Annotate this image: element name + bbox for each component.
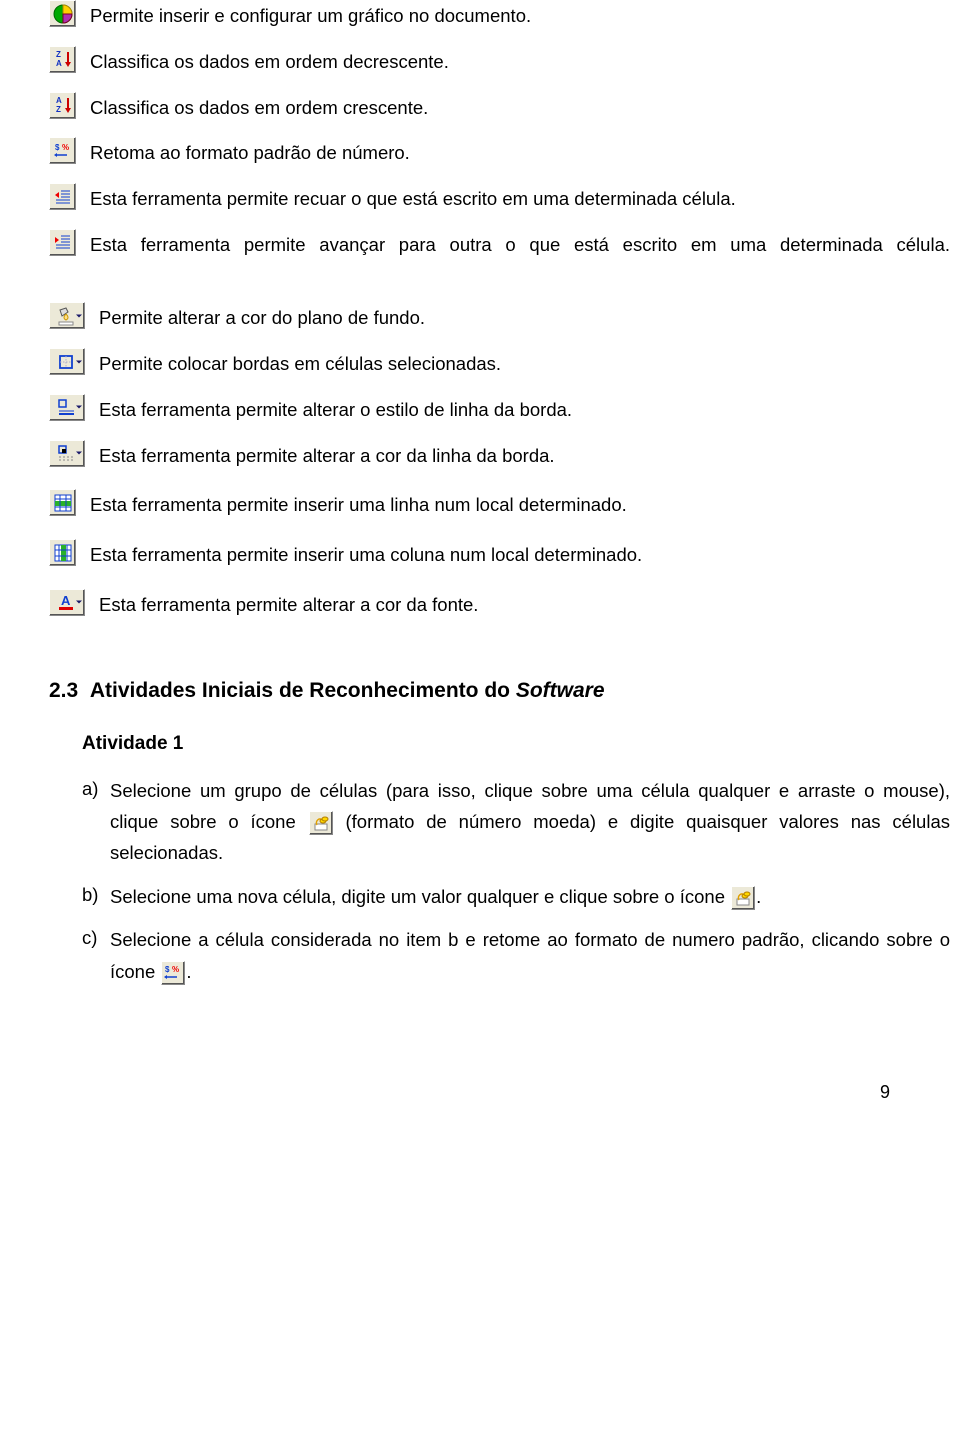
activity-item-b: b) Selecione uma nova célula, digite um … [82, 881, 950, 912]
activity-text: Selecione uma nova célula, digite um val… [110, 886, 730, 907]
insert-row-icon [49, 489, 76, 516]
activity-body: Selecione a célula considerada no item b… [110, 924, 950, 987]
sort-asc-icon: A Z [49, 92, 76, 119]
number-default-icon: $% [161, 961, 185, 985]
tool-row: Esta ferramenta permite inserir uma linh… [49, 489, 950, 519]
insert-column-icon [49, 539, 76, 566]
tool-description: Retoma ao formato padrão de número. [90, 137, 950, 167]
tool-description: Esta ferramenta permite inserir uma colu… [90, 539, 950, 569]
activity-body: Selecione uma nova célula, digite um val… [110, 881, 950, 912]
list-marker: b) [82, 881, 110, 912]
svg-text:Z: Z [56, 50, 61, 59]
borders-icon [49, 348, 85, 375]
list-marker: a) [82, 775, 110, 869]
section-title-italic: Software [516, 679, 605, 702]
activity-text: . [186, 961, 191, 982]
currency-format-icon [309, 811, 333, 835]
tool-description: Esta ferramenta permite inserir uma linh… [90, 489, 950, 519]
activity-text: Selecione a célula considerada no item b… [110, 929, 950, 981]
tool-row: $ % Retoma ao formato padrão de número. [49, 137, 950, 167]
section-number: 2.3 [49, 679, 78, 702]
svg-text:A: A [61, 593, 71, 608]
tool-row: Esta ferramenta permite recuar o que est… [49, 183, 950, 213]
line-style-icon [49, 394, 85, 421]
list-marker: c) [82, 924, 110, 987]
number-default-icon: $ % [49, 137, 76, 164]
chart-icon [49, 0, 76, 27]
tool-row: Permite colocar bordas em células seleci… [49, 348, 950, 378]
activity-text: . [756, 886, 761, 907]
tool-row: Permite inserir e configurar um gráfico … [49, 0, 950, 30]
tool-description: Classifica os dados em ordem decrescente… [90, 46, 950, 76]
tool-description: Permite inserir e configurar um gráfico … [90, 0, 950, 30]
font-color-icon: A [49, 589, 85, 616]
svg-text:%: % [62, 143, 69, 152]
section-heading: 2.3 Atividades Iniciais de Reconheciment… [49, 675, 960, 707]
decrease-indent-icon [49, 183, 76, 210]
svg-text:A: A [56, 59, 62, 68]
svg-text:$: $ [165, 965, 170, 974]
tool-row: A Esta ferramenta permite alterar a cor … [49, 589, 950, 619]
activity-item-c: c) Selecione a célula considerada no ite… [82, 924, 950, 987]
currency-format-icon [731, 886, 755, 910]
svg-text:Z: Z [56, 105, 61, 114]
increase-indent-icon [49, 229, 76, 256]
sort-desc-icon: Z A [49, 46, 76, 73]
tool-row: A Z Classifica os dados em ordem crescen… [49, 92, 950, 122]
tool-description: Esta ferramenta permite recuar o que est… [90, 183, 950, 213]
activity-body: Selecione um grupo de células (para isso… [110, 775, 950, 869]
svg-text:%: % [172, 965, 179, 974]
activity-item-a: a) Selecione um grupo de células (para i… [82, 775, 950, 869]
tool-row: Esta ferramenta permite inserir uma colu… [49, 539, 950, 569]
tool-description: Permite colocar bordas em células seleci… [99, 348, 950, 378]
tool-row: Esta ferramenta permite alterar a cor da… [49, 440, 950, 470]
tool-description: Esta ferramenta permite alterar a cor da… [99, 589, 950, 619]
activity-list: a) Selecione um grupo de células (para i… [82, 775, 950, 988]
svg-text:$: $ [55, 143, 60, 152]
section-title: Atividades Iniciais de Reconhecimento do [90, 679, 516, 702]
tool-description: Esta ferramenta permite alterar o estilo… [99, 394, 950, 424]
tool-row: Z A Classifica os dados em ordem decresc… [49, 46, 950, 76]
document-page: Permite inserir e configurar um gráfico … [0, 0, 960, 1156]
tool-description: Classifica os dados em ordem crescente. [90, 92, 950, 122]
tool-description: Esta ferramenta permite alterar a cor da… [99, 440, 950, 470]
tool-description: Permite alterar a cor do plano de fundo. [99, 302, 950, 332]
page-number: 9 [0, 999, 960, 1126]
svg-text:A: A [56, 96, 62, 105]
tool-description: Esta ferramenta permite avançar para out… [90, 229, 950, 287]
tool-row: Esta ferramenta permite alterar o estilo… [49, 394, 950, 424]
tool-row: Esta ferramenta permite avançar para out… [49, 229, 950, 287]
tool-row: Permite alterar a cor do plano de fundo. [49, 302, 950, 332]
activity-heading: Atividade 1 [82, 730, 960, 759]
background-color-icon [49, 302, 85, 329]
line-color-icon [49, 440, 85, 467]
